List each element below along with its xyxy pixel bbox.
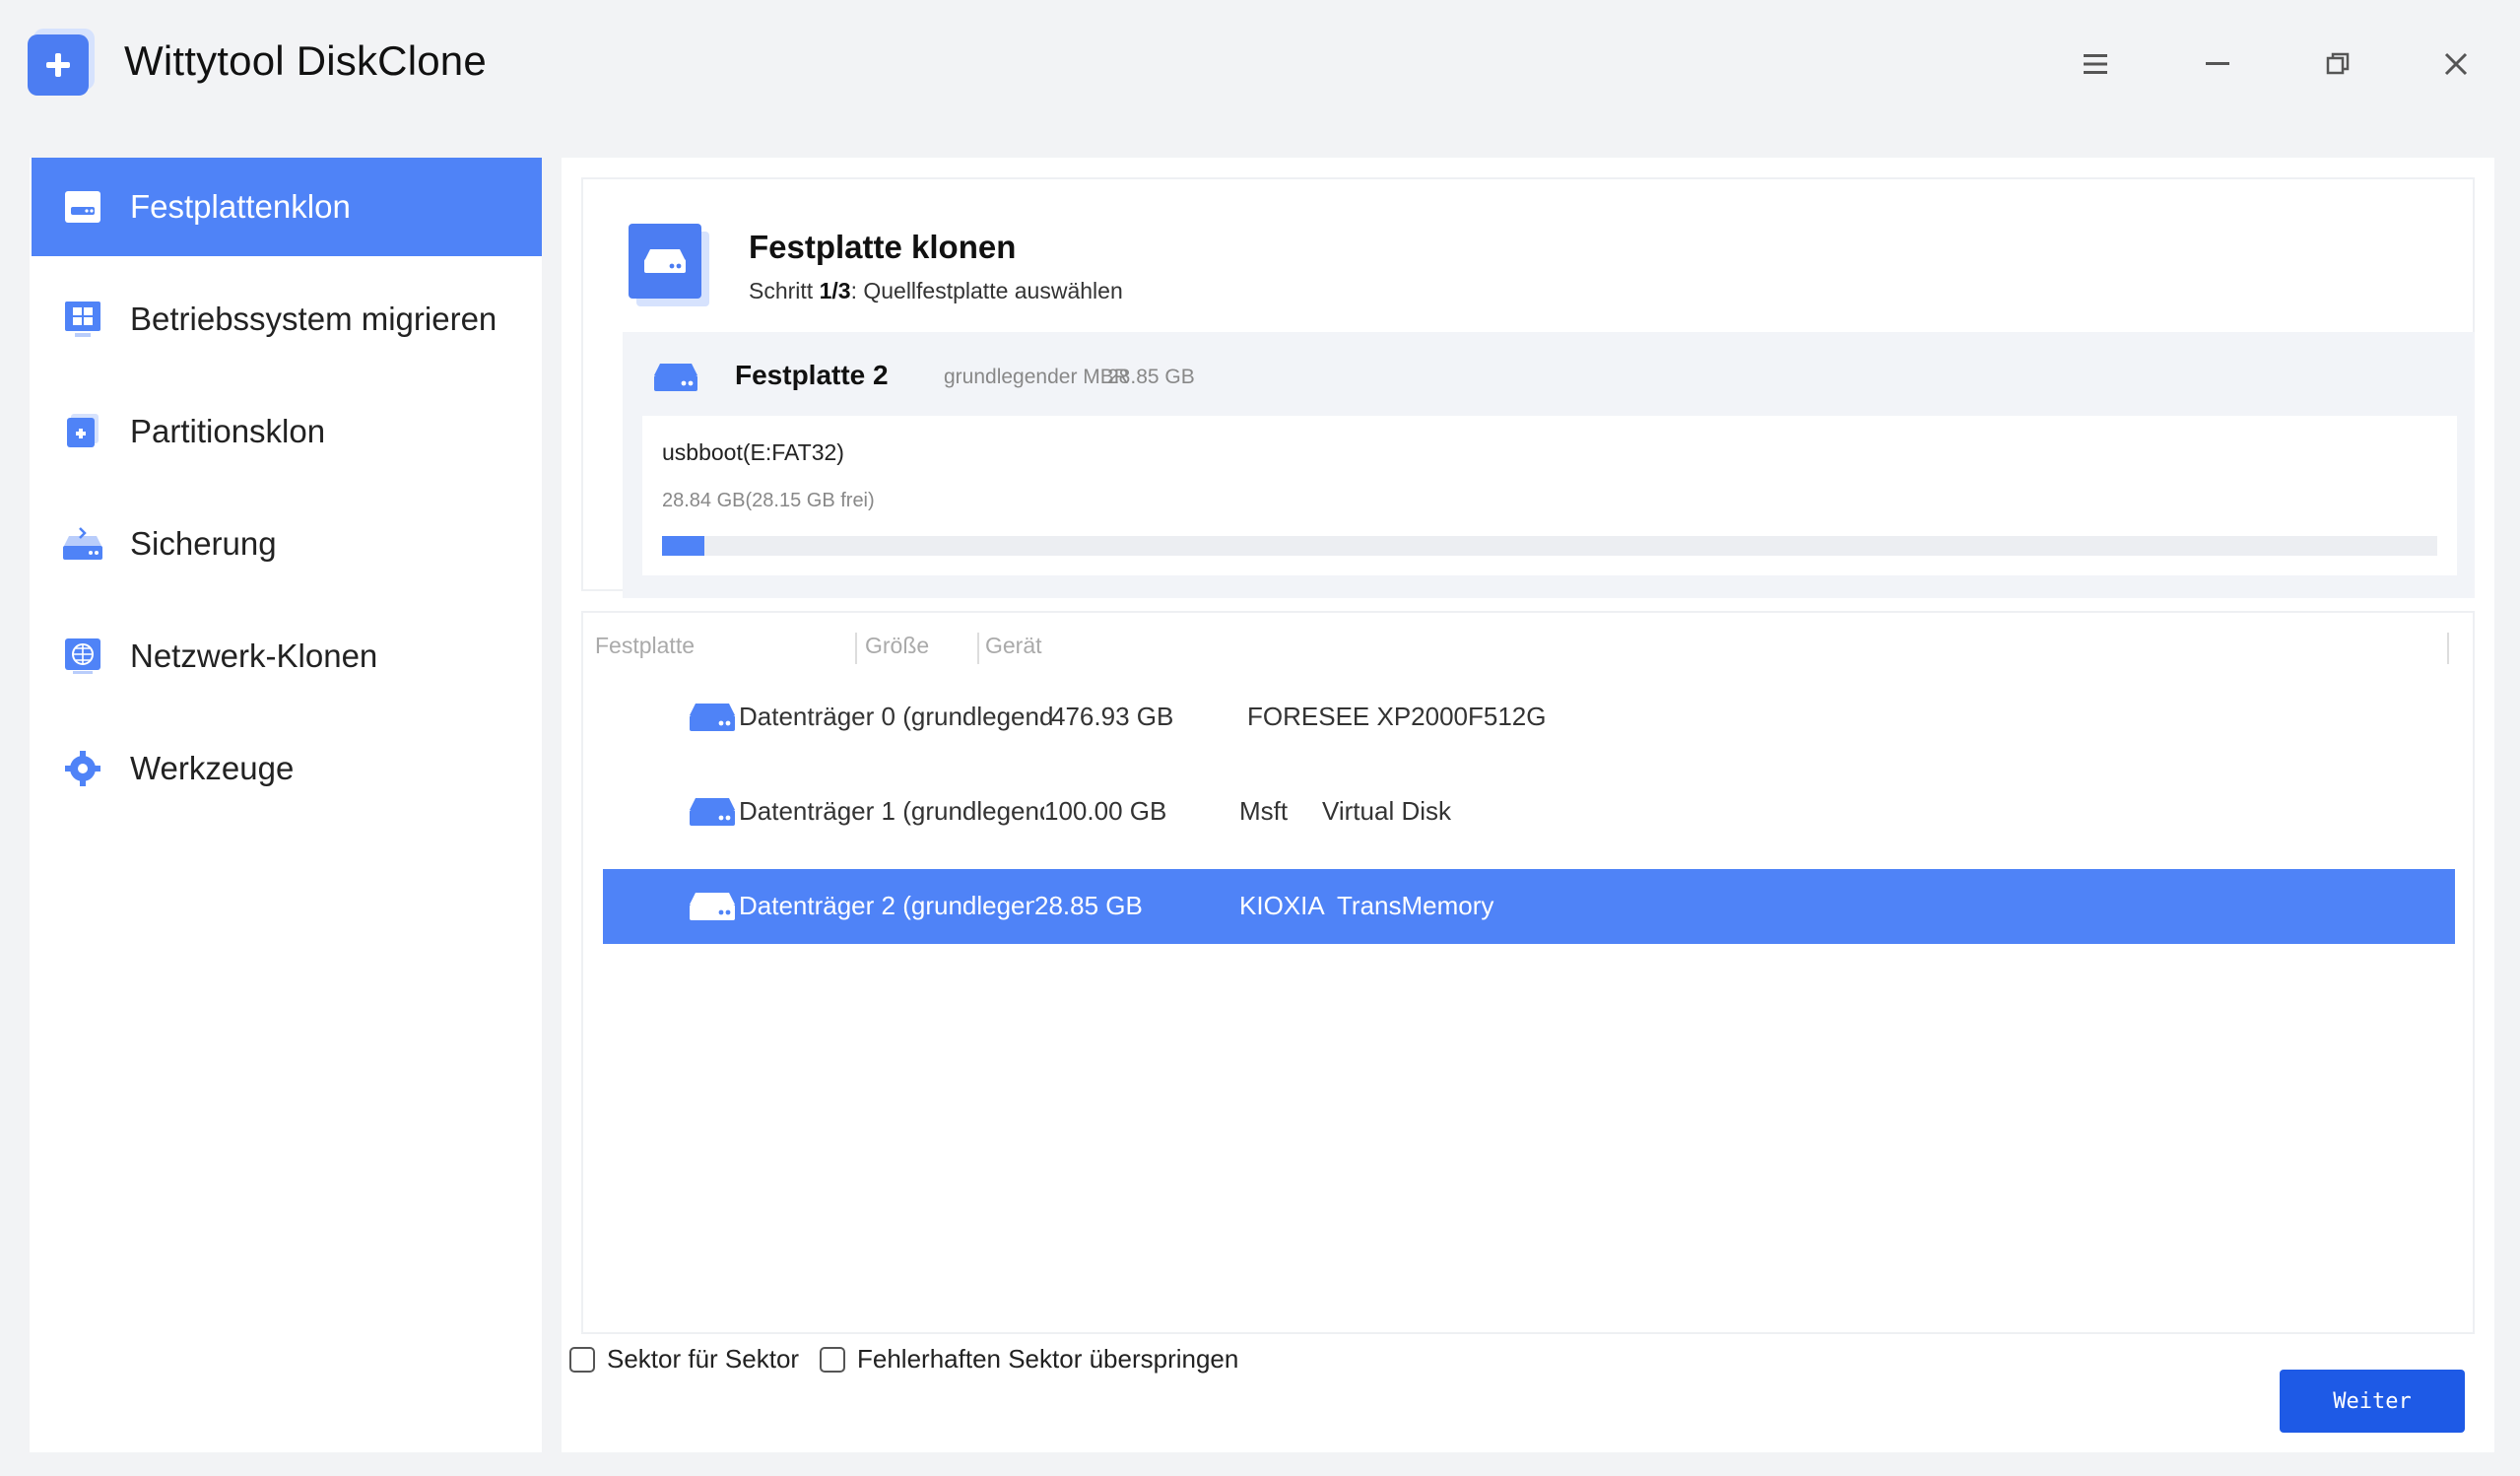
column-divider[interactable] <box>977 633 979 664</box>
disk-icon <box>654 364 697 391</box>
table-row[interactable]: Datenträger 1 (grundlegender MBR) 100.00… <box>603 774 2455 849</box>
sector-by-sector-checkbox[interactable] <box>569 1346 595 1373</box>
disk-clone-header-icon <box>629 224 701 299</box>
selected-disk-type: grundlegender MBR <box>944 366 1129 388</box>
sector-by-sector-option[interactable]: Sektor für Sektor <box>569 1344 799 1375</box>
table-row[interactable]: Datenträger 0 (grundlegender MBR) 476.93… <box>603 680 2455 755</box>
sidebar-item-partitionsklon[interactable]: Partitionsklon <box>32 382 542 481</box>
column-divider[interactable] <box>2447 633 2449 664</box>
title-bar: Wittytool DiskClone <box>0 0 2520 148</box>
sector-by-sector-label: Sektor für Sektor <box>607 1344 800 1374</box>
column-header-groesse[interactable]: Größe <box>865 633 929 659</box>
os-migrate-icon <box>65 302 100 337</box>
step-indicator: Schritt 1/3: Quellfestplatte auswählen <box>749 278 1123 303</box>
sidebar-item-label: Betriebssystem migrieren <box>130 301 497 337</box>
restore-icon[interactable] <box>2311 37 2364 91</box>
page-title: Festplatte klonen <box>749 229 1017 265</box>
clone-options: Sektor für Sektor Fehlerhaften Sektor üb… <box>569 1336 1763 1383</box>
skip-bad-sector-label: Fehlerhaften Sektor überspringen <box>857 1344 1239 1374</box>
partition-card[interactable]: usbboot(E:FAT32) 28.84 GB(28.15 GB frei) <box>642 416 2457 575</box>
sidebar-item-label: Werkzeuge <box>130 750 295 786</box>
disk-vendor: FORESEE XP2000F512G <box>1247 702 1547 731</box>
disk-vendor: Msft <box>1239 796 1289 826</box>
selected-disk-panel: Festplatte 2 grundlegender MBR 28.85 GB … <box>623 332 2475 598</box>
disk-icon <box>690 893 735 920</box>
app-logo-icon <box>28 34 89 96</box>
disk-name: Datenträger 2 (grundlegender MBR) <box>739 891 1034 920</box>
main-panel: Festplatte klonen Schritt 1/3: Quellfest… <box>562 158 2494 1452</box>
sidebar-item-label: Partitionsklon <box>130 413 326 449</box>
menu-icon[interactable] <box>2069 37 2122 91</box>
disk-name: Datenträger 1 (grundlegender MBR) <box>739 796 1044 826</box>
sidebar-item-festplattenklon[interactable]: Festplattenklon <box>32 158 542 256</box>
next-button[interactable]: Weiter <box>2280 1370 2465 1433</box>
sidebar-item-netzwerk-klonen[interactable]: Netzwerk-Klonen <box>32 607 542 705</box>
partition-usage-fill <box>662 536 705 556</box>
disk-size: 100.00 GB <box>1044 796 1167 826</box>
table-row-selected[interactable]: Datenträger 2 (grundlegender MBR) 28.85 … <box>603 869 2455 944</box>
close-icon[interactable] <box>2429 37 2483 91</box>
disk-icon <box>690 704 735 731</box>
column-header-festplatte[interactable]: Festplatte <box>595 633 695 659</box>
partition-size: 28.84 GB(28.15 GB frei) <box>662 490 875 511</box>
disk-vendor: KIOXIA <box>1239 891 1325 920</box>
partition-name: usbboot(E:FAT32) <box>662 439 844 465</box>
disk-model: TransMemory <box>1337 891 1494 920</box>
sidebar: Festplattenklon Betriebssystem migrieren… <box>30 158 542 1452</box>
disk-icon <box>690 798 735 826</box>
header-card: Festplatte klonen Schritt 1/3: Quellfest… <box>581 177 2475 598</box>
backup-icon <box>63 527 102 560</box>
network-clone-icon <box>65 638 100 674</box>
skip-bad-sector-checkbox[interactable] <box>820 1346 845 1373</box>
selected-disk-size: 28.85 GB <box>1107 366 1195 388</box>
disk-size: 28.85 GB <box>1034 891 1143 920</box>
selected-disk-name: Festplatte 2 <box>735 360 889 390</box>
disk-size: 476.93 GB <box>1051 702 1174 731</box>
sidebar-item-betriebssystem-migrieren[interactable]: Betriebssystem migrieren <box>32 270 542 369</box>
disk-model: Virtual Disk <box>1322 796 1452 826</box>
disk-table: Festplatte Größe Gerät Datenträger 0 (gr… <box>581 611 2475 1334</box>
sidebar-item-label: Festplattenklon <box>130 188 351 225</box>
disk-clone-icon <box>65 191 100 223</box>
partition-clone-icon <box>67 414 99 447</box>
sidebar-item-label: Netzwerk-Klonen <box>130 637 378 674</box>
partition-usage-bar <box>662 536 2437 556</box>
sidebar-item-sicherung[interactable]: Sicherung <box>32 495 542 593</box>
app-title: Wittytool DiskClone <box>124 37 487 84</box>
column-header-geraet[interactable]: Gerät <box>985 633 1042 659</box>
disk-name: Datenträger 0 (grundlegender MBR) <box>739 702 1052 731</box>
minimize-icon[interactable] <box>2191 37 2244 91</box>
sidebar-item-werkzeuge[interactable]: Werkzeuge <box>32 719 542 818</box>
skip-bad-sector-option[interactable]: Fehlerhaften Sektor überspringen <box>820 1344 1238 1375</box>
sidebar-item-label: Sicherung <box>130 525 277 562</box>
column-divider[interactable] <box>855 633 857 664</box>
tools-gear-icon <box>65 751 100 786</box>
